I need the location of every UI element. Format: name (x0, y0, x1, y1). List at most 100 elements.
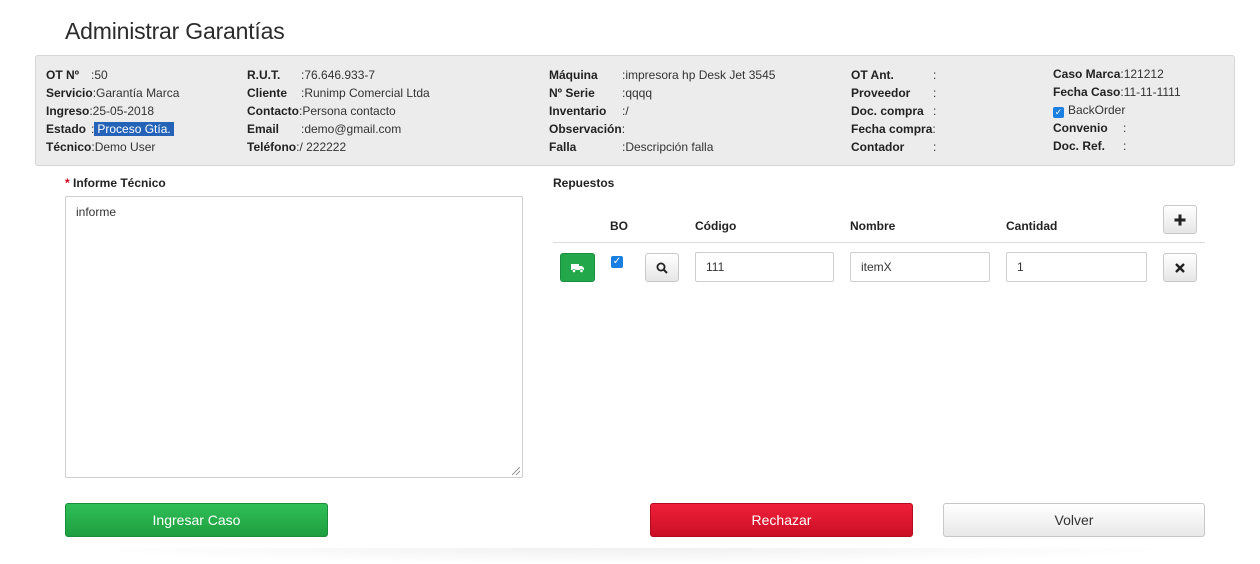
repuestos-label: Repuestos (553, 176, 615, 190)
resize-handle-icon[interactable] (512, 467, 520, 475)
label-email: Email (247, 122, 280, 136)
truck-icon (570, 263, 584, 273)
footer-shadow (80, 548, 1180, 564)
label-ot: OT Nº (46, 68, 80, 82)
info-row-contador: Contador: (851, 138, 936, 156)
label-doc-ref: Doc. Ref. (1053, 139, 1106, 153)
value-ot-ant: : (933, 68, 937, 82)
info-column-case: Caso Marca:121212 Fecha Caso:11-11-1111 … (1053, 65, 1181, 155)
label-fecha-caso: Fecha Caso (1053, 85, 1121, 99)
value-convenio: : (1123, 121, 1127, 135)
info-row-proveedor: Proveedor: (851, 84, 936, 102)
codigo-input[interactable]: 111 (695, 252, 834, 282)
delete-repuesto-button[interactable] (1163, 253, 1197, 282)
informe-label: * Informe Técnico (65, 176, 166, 190)
value-email: :demo@gmail.com (301, 122, 402, 136)
ingresar-caso-button[interactable]: Ingresar Caso (65, 503, 328, 537)
info-row-estado: Estado: Proceso Gtía. (46, 120, 179, 138)
search-repuesto-button[interactable] (645, 253, 679, 282)
info-row-servicio: Servicio:Garantía Marca (46, 84, 179, 102)
info-row-convenio: Convenio: (1053, 119, 1181, 137)
info-row-ot-ant: OT Ant.: (851, 66, 936, 84)
info-column-client: R.U.T. :76.646.933-7 Cliente :Runimp Comer… (247, 66, 430, 156)
nombre-input[interactable]: itemX (850, 252, 990, 282)
value-fecha-caso: :11-11-1111 (1120, 85, 1181, 99)
value-telefono: :/ 222222 (296, 140, 347, 154)
info-row-caso-marca: Caso Marca:121212 (1053, 65, 1181, 83)
info-row-serie: Nº Serie:qqqq (549, 84, 775, 102)
value-observacion: : (621, 122, 626, 136)
value-contacto: :Persona contacto (299, 104, 396, 118)
value-maquina: :impresora hp Desk Jet 3545 (622, 68, 776, 82)
info-row-tecnico: Técnico:Demo User (46, 138, 179, 156)
informe-value: informe (76, 205, 117, 219)
label-cliente: Cliente (247, 86, 288, 100)
value-rut: :76.646.933-7 (301, 68, 376, 82)
label-observacion: Observación (549, 122, 622, 136)
info-row-email: Email :demo@gmail.com (247, 120, 430, 138)
column-header-nombre: Nombre (850, 219, 896, 233)
label-ot-ant: OT Ant. (851, 68, 894, 82)
info-row-contacto: Contacto:Persona contacto (247, 102, 430, 120)
label-maquina: Máquina (549, 68, 598, 82)
info-row-rut: R.U.T. :76.646.933-7 (247, 66, 430, 84)
label-proveedor: Proveedor (851, 86, 911, 100)
label-estado: Estado (46, 122, 87, 136)
info-row-ot: OT Nº :50 (46, 66, 179, 84)
cantidad-input[interactable]: 1 (1006, 252, 1147, 282)
backorder-checkbox[interactable]: ✓ (1053, 107, 1064, 118)
search-icon (656, 262, 668, 274)
label-fecha-compra: Fecha compra (851, 122, 933, 136)
label-servicio: Servicio (46, 86, 93, 100)
value-doc-ref: : (1123, 139, 1127, 153)
label-doc-compra: Doc. compra (851, 104, 924, 118)
info-row-inventario: Inventario :/ (549, 102, 775, 120)
value-caso-marca: :121212 (1120, 67, 1164, 81)
info-row-cliente: Cliente :Runimp Comercial Ltda (247, 84, 430, 102)
label-ingreso: Ingreso (46, 104, 90, 118)
column-header-cantidad: Cantidad (1006, 219, 1058, 233)
column-header-codigo: Código (695, 219, 737, 233)
table-header-divider (553, 242, 1205, 243)
column-header-bo: BO (610, 219, 628, 233)
value-doc-compra: : (933, 104, 937, 118)
rechazar-button[interactable]: Rechazar (650, 503, 913, 537)
bo-checkbox[interactable]: ✓ (611, 256, 623, 268)
info-row-doc-ref: Doc. Ref.: (1053, 137, 1181, 155)
value-inventario: :/ (622, 104, 629, 118)
plus-icon (1174, 214, 1186, 225)
label-inventario: Inventario (549, 104, 607, 118)
info-column-purchase: OT Ant.: Proveedor: Doc. compra: Fecha c… (851, 66, 936, 156)
label-contador: Contador (851, 140, 905, 154)
informe-label-text: Informe Técnico (73, 176, 166, 190)
value-cliente: :Runimp Comercial Ltda (301, 86, 430, 100)
value-ingreso: :25-05-2018 (89, 104, 155, 118)
required-mark: * (65, 176, 70, 190)
label-convenio: Convenio (1053, 121, 1108, 135)
value-servicio: :Garantía Marca (92, 86, 180, 100)
informe-textarea[interactable]: informe (65, 196, 523, 478)
value-fecha-compra: : (932, 122, 936, 136)
info-column-machine: Máquina :impresora hp Desk Jet 3545 Nº Se… (549, 66, 775, 156)
info-row-ingreso: Ingreso:25-05-2018 (46, 102, 179, 120)
label-contacto: Contacto (247, 104, 299, 118)
add-repuesto-button[interactable] (1163, 205, 1197, 234)
label-tecnico: Técnico (46, 140, 92, 154)
label-caso-marca: Caso Marca (1053, 67, 1121, 81)
page-title: Administrar Garantías (65, 18, 285, 44)
volver-button[interactable]: Volver (943, 503, 1205, 537)
info-row-fecha-caso: Fecha Caso:11-11-1111 (1053, 83, 1181, 101)
info-row-telefono: Teléfono:/ 222222 (247, 138, 430, 156)
value-tecnico: :Demo User (91, 140, 156, 154)
info-row-fecha-compra: Fecha compra: (851, 120, 936, 138)
label-serie: Nº Serie (549, 86, 595, 100)
case-info-panel: OT Nº :50 Servicio:Garantía Marca Ingreso… (35, 55, 1235, 166)
value-ot: :50 (91, 68, 108, 82)
truck-button[interactable] (560, 253, 595, 282)
value-proveedor: : (933, 86, 937, 100)
close-icon (1175, 262, 1185, 273)
label-rut: R.U.T. (247, 68, 281, 82)
value-falla: :Descripción falla (622, 140, 714, 154)
label-falla: Falla (549, 140, 577, 154)
info-row-doc-compra: Doc. compra: (851, 102, 936, 120)
